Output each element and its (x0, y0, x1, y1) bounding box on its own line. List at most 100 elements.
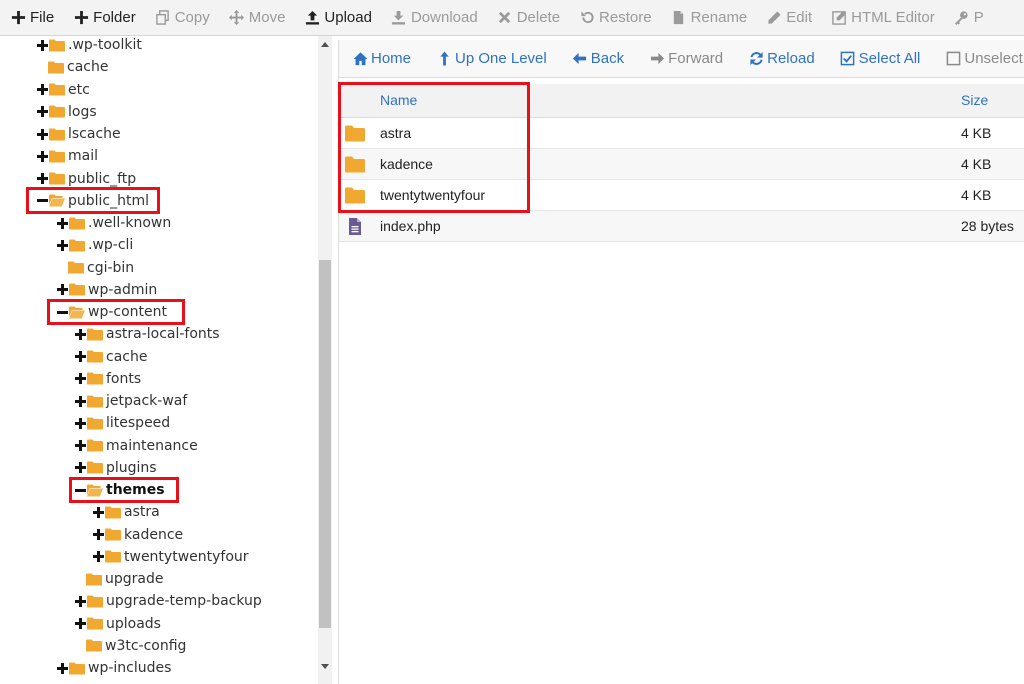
new-file-button[interactable]: File (0, 0, 63, 35)
tree-item-etc[interactable]: etc (36, 79, 90, 101)
tree-item-astra[interactable]: astra (92, 501, 160, 523)
reload-button[interactable]: Reload (735, 40, 827, 77)
edit-button[interactable]: Edit (756, 0, 821, 35)
tree-item-cache[interactable]: cache (74, 346, 147, 368)
tree-item-lscache[interactable]: lscache (36, 123, 121, 145)
expand-plus-icon[interactable] (56, 239, 68, 251)
tree-item-dot-wp-cli[interactable]: .wp-cli (56, 234, 133, 256)
expand-plus-icon[interactable] (36, 173, 48, 185)
tree-item-logs[interactable]: logs (36, 101, 97, 123)
new-folder-label: Folder (93, 9, 136, 26)
upload-button[interactable]: Upload (294, 0, 381, 35)
folder-icon (87, 327, 103, 341)
expand-plus-icon[interactable] (92, 506, 104, 518)
download-button[interactable]: Download (381, 0, 487, 35)
expand-plus-icon[interactable] (74, 618, 86, 630)
tree-item-litespeed[interactable]: litespeed (74, 412, 170, 434)
tree-item-label: astra (124, 504, 160, 521)
expand-plus-icon[interactable] (74, 440, 86, 452)
home-button[interactable]: Home (339, 40, 423, 77)
empty-box-icon (945, 51, 961, 67)
tree-item-label: upgrade (105, 571, 164, 587)
up-one-level-button[interactable]: Up One Level (423, 40, 559, 77)
folder-icon (49, 127, 65, 141)
upload-label: Upload (324, 9, 372, 26)
tree-item-cgi-bin[interactable]: cgi-bin (68, 257, 134, 279)
download-label: Download (410, 9, 478, 26)
tree-item-twentytwentyfour[interactable]: twentytwentyfour (92, 546, 249, 568)
new-file-label: File (30, 9, 55, 26)
expand-plus-icon[interactable] (56, 217, 68, 229)
tree-item-dot-wp-toolkit[interactable]: .wp-toolkit (36, 36, 142, 56)
expand-plus-icon[interactable] (74, 462, 86, 474)
forward-button[interactable]: Forward (636, 40, 735, 77)
tree-item-maintenance[interactable]: maintenance (74, 435, 198, 457)
expand-plus-icon[interactable] (74, 328, 86, 340)
expand-plus-icon[interactable] (56, 662, 68, 674)
file-row-index-php[interactable]: index.php 28 bytes (339, 211, 1024, 242)
restore-label: Restore (599, 9, 652, 26)
folder-icon (49, 38, 65, 52)
expand-plus-icon[interactable] (74, 417, 86, 429)
tree-item-upgrade[interactable]: upgrade (86, 568, 163, 590)
unselect-all-button[interactable]: Unselect All (932, 40, 1024, 77)
expand-plus-icon[interactable] (36, 128, 48, 140)
up-arrow-icon (436, 51, 452, 67)
scroll-up-arrow-icon[interactable] (321, 42, 329, 47)
tree-item-label: maintenance (106, 437, 198, 454)
expand-plus-icon[interactable] (74, 373, 86, 385)
expand-plus-icon[interactable] (36, 39, 48, 51)
expand-plus-icon[interactable] (92, 529, 104, 541)
folder-icon (87, 372, 103, 386)
tree-item-kadence[interactable]: kadence (92, 524, 183, 546)
new-folder-button[interactable]: Folder (63, 0, 145, 35)
move-button[interactable]: Move (219, 0, 295, 35)
tree-item-mail[interactable]: mail (36, 145, 98, 167)
delete-button[interactable]: Delete (487, 0, 569, 35)
expand-plus-icon[interactable] (74, 395, 86, 407)
copy-button[interactable]: Copy (145, 0, 219, 35)
tree-item-label: wp-includes (88, 660, 172, 676)
delete-icon (497, 10, 513, 26)
folder-icon (87, 461, 103, 475)
size-column-header[interactable]: Size (961, 92, 988, 108)
permissions-label: P (973, 9, 984, 26)
scroll-down-arrow-icon[interactable] (321, 664, 329, 669)
select-all-button[interactable]: Select All (827, 40, 933, 77)
expand-plus-icon[interactable] (92, 551, 104, 563)
tree-item-upgrade-temp-backup[interactable]: upgrade-temp-backup (74, 590, 262, 612)
tree-item-jetpack-waf[interactable]: jetpack-waf (74, 390, 187, 412)
tree-item-wp-admin[interactable]: wp-admin (56, 279, 157, 301)
scrollbar-thumb[interactable] (319, 260, 331, 628)
tree-item-wp-includes[interactable]: wp-includes (56, 657, 171, 679)
back-label: Back (590, 50, 625, 67)
checked-box-icon (840, 51, 856, 67)
permissions-button[interactable]: P (944, 0, 993, 35)
folder-icon (49, 172, 65, 186)
file-name: index.php (380, 218, 441, 234)
tree-item-uploads[interactable]: uploads (74, 613, 161, 635)
tree-scrollbar[interactable] (318, 36, 332, 684)
unselect-all-label: Unselect All (964, 50, 1024, 67)
tree-item-label: wp-admin (88, 281, 158, 298)
expand-plus-icon[interactable] (36, 106, 48, 118)
tree-item-cache[interactable]: cache (48, 56, 108, 78)
tree-item-fonts[interactable]: fonts (74, 368, 141, 390)
expand-plus-icon[interactable] (36, 84, 48, 96)
highlight-box-theme-folders (338, 82, 530, 213)
restore-button[interactable]: Restore (569, 0, 661, 35)
expand-plus-icon[interactable] (74, 595, 86, 607)
html-editor-button[interactable]: HTML Editor (821, 0, 944, 35)
tree-item-label: cache (106, 348, 148, 365)
rename-button[interactable]: Rename (661, 0, 757, 35)
expand-plus-icon[interactable] (56, 284, 68, 296)
move-label: Move (248, 9, 286, 26)
expand-plus-icon[interactable] (36, 150, 48, 162)
expand-plus-icon[interactable] (74, 351, 86, 363)
tree-item-astra-local-fonts[interactable]: astra-local-fonts (74, 323, 220, 345)
tree-item-plugins[interactable]: plugins (74, 457, 157, 479)
tree-item-w3tc-config[interactable]: w3tc-config (86, 635, 186, 657)
back-button[interactable]: Back (559, 40, 636, 77)
tree-item-dot-well-known[interactable]: .well-known (56, 212, 171, 234)
delete-label: Delete (516, 9, 561, 26)
